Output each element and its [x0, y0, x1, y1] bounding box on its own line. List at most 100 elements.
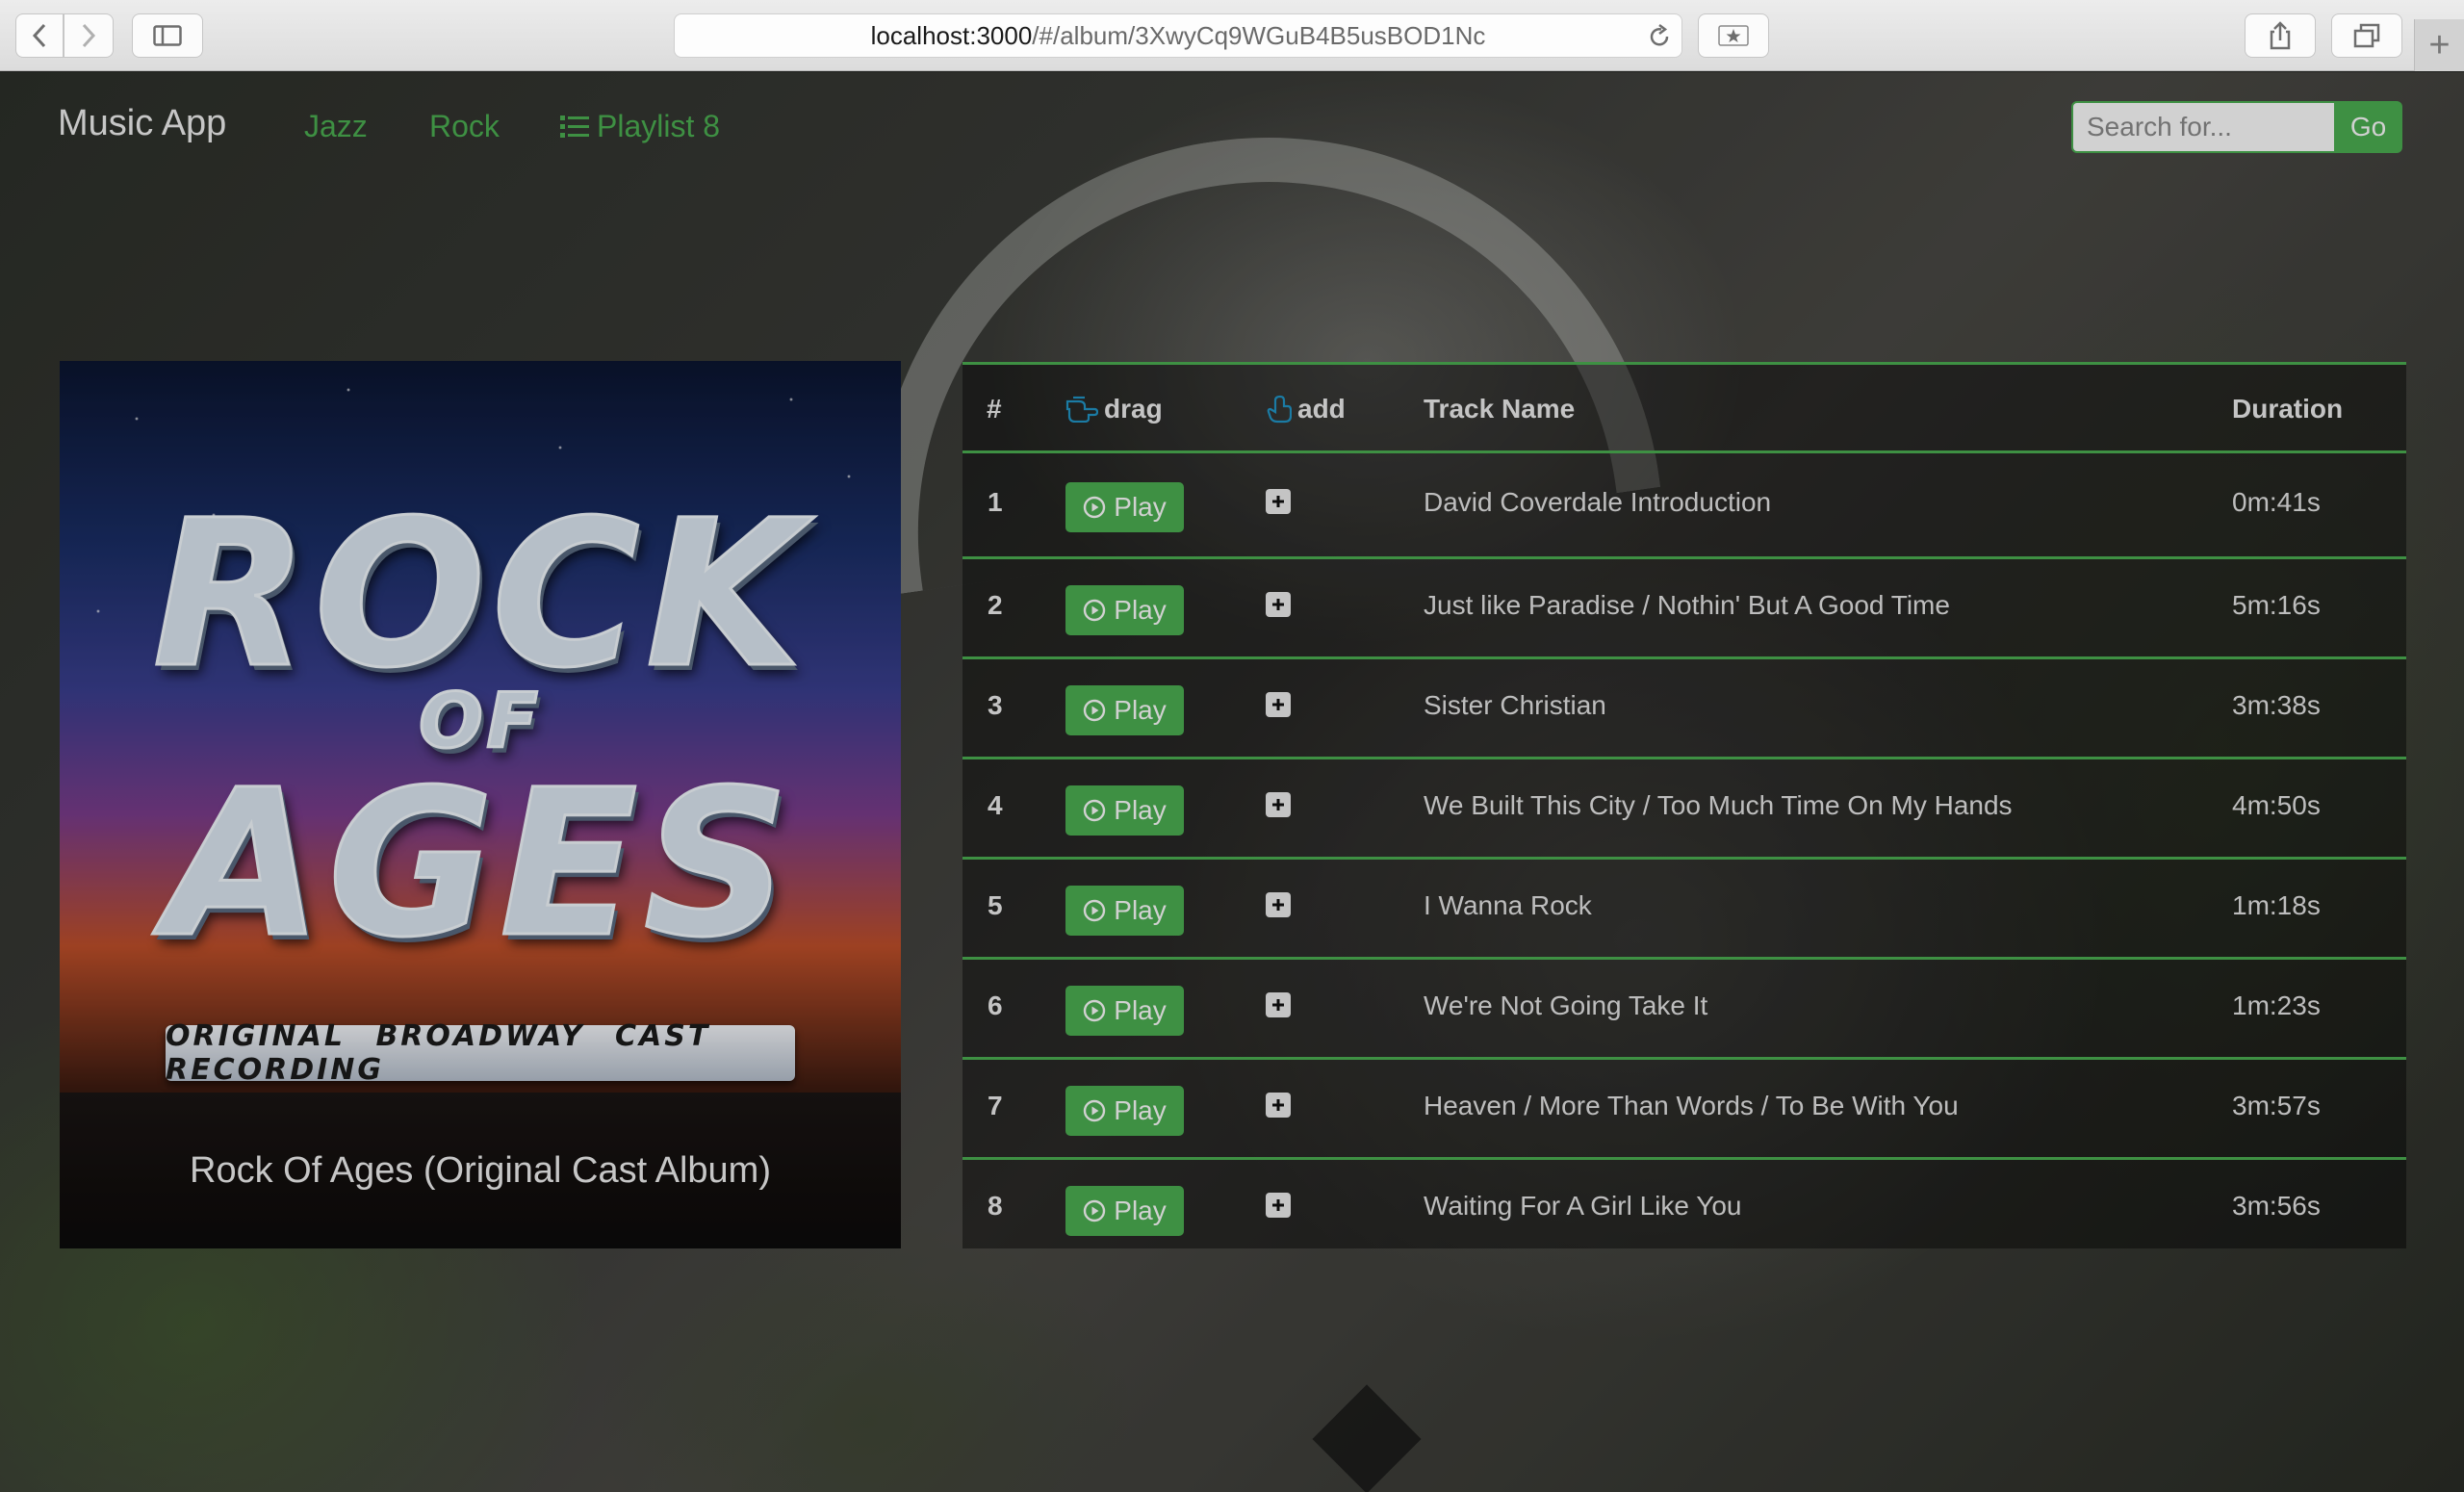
play-button[interactable]: Play: [1065, 785, 1184, 836]
tracks-table: # drag add Track Name Duration 1 Play Davi…: [962, 362, 2406, 1248]
track-number: 8: [988, 1191, 1003, 1221]
table-row: 1 Play David Coverdale Introduction 0m:41s: [962, 456, 2406, 556]
track-duration: 3m:56s: [2232, 1191, 2321, 1221]
play-label: Play: [1114, 795, 1167, 825]
track-duration: 0m:41s: [2232, 487, 2321, 517]
add-to-playlist-button[interactable]: [1266, 1093, 1291, 1118]
drag-hand-icon: [1065, 396, 1098, 423]
table-row: 2 Play Just like Paradise / Nothin' But A …: [962, 556, 2406, 656]
play-label: Play: [1114, 895, 1167, 925]
add-to-playlist-button[interactable]: [1266, 592, 1291, 617]
forward-button[interactable]: [64, 13, 114, 58]
track-name: Just like Paradise / Nothin' But A Good …: [1424, 590, 1950, 620]
share-icon: [2270, 21, 2291, 50]
plus-square-icon: [1272, 496, 1284, 507]
play-circle-icon: [1084, 1199, 1106, 1222]
navbar: Music App Jazz Rock Playlist 8 Go: [0, 72, 2464, 178]
add-to-playlist-button[interactable]: [1266, 892, 1291, 917]
play-circle-icon: [1084, 999, 1106, 1022]
play-label: Play: [1114, 595, 1167, 625]
header-drag: drag: [1065, 394, 1163, 424]
track-duration: 3m:57s: [2232, 1091, 2321, 1120]
tabs-icon: [2353, 23, 2380, 48]
plus-square-icon: [1272, 599, 1284, 610]
page-content: Music App Jazz Rock Playlist 8 Go ROCK O…: [0, 72, 2464, 1492]
album-card: ROCK OF AGES ORIGINAL BROADWAY CAST RECO…: [60, 361, 901, 1248]
plus-icon: +: [2428, 24, 2451, 65]
track-number: 7: [988, 1091, 1003, 1120]
add-to-playlist-button[interactable]: [1266, 792, 1291, 817]
go-button[interactable]: Go: [2334, 101, 2402, 153]
add-to-playlist-button[interactable]: [1266, 1193, 1291, 1218]
play-button[interactable]: Play: [1065, 986, 1184, 1036]
play-button[interactable]: Play: [1065, 1086, 1184, 1136]
track-number: 1: [988, 487, 1003, 517]
play-button[interactable]: Play: [1065, 685, 1184, 735]
plus-square-icon: [1272, 899, 1284, 911]
play-label: Play: [1114, 1196, 1167, 1225]
track-name: David Coverdale Introduction: [1424, 487, 1772, 517]
table-row: 5 Play I Wanna Rock 1m:18s: [962, 857, 2406, 957]
plus-square-icon: [1272, 699, 1284, 710]
play-label: Play: [1114, 1095, 1167, 1125]
track-name: Heaven / More Than Words / To Be With Yo…: [1424, 1091, 1959, 1120]
play-circle-icon: [1084, 799, 1106, 822]
share-button[interactable]: [2245, 13, 2316, 58]
track-duration: 5m:16s: [2232, 590, 2321, 620]
table-row: 3 Play Sister Christian 3m:38s: [962, 656, 2406, 757]
track-number: 5: [988, 890, 1003, 920]
chevron-right-icon: [82, 23, 96, 48]
nav-link-jazz[interactable]: Jazz: [304, 109, 368, 144]
reload-icon[interactable]: [1647, 23, 1672, 50]
plus-square-icon: [1272, 1099, 1284, 1111]
back-button[interactable]: [15, 13, 64, 58]
track-duration: 4m:50s: [2232, 790, 2321, 820]
nav-link-playlist[interactable]: Playlist 8: [560, 109, 720, 144]
add-to-playlist-button[interactable]: [1266, 692, 1291, 717]
track-duration: 1m:23s: [2232, 990, 2321, 1020]
play-circle-icon: [1084, 599, 1106, 622]
play-button[interactable]: Play: [1065, 886, 1184, 936]
plus-square-icon: [1272, 799, 1284, 810]
sidebar-button[interactable]: [132, 13, 203, 58]
cover-title-bottom: AGES: [165, 745, 795, 984]
cover-banner: ORIGINAL BROADWAY CAST RECORDING: [166, 1019, 795, 1087]
cover-title-top: ROCK: [151, 476, 808, 714]
add-hand-icon: [1267, 395, 1292, 424]
tabs-button[interactable]: [2331, 13, 2402, 58]
header-add-label: add: [1297, 394, 1346, 424]
star-icon: [1718, 25, 1749, 46]
album-cover: ROCK OF AGES ORIGINAL BROADWAY CAST RECO…: [60, 361, 901, 1093]
browser-toolbar: localhost:3000/#/album/3XwyCq9WGuB4B5usB…: [0, 0, 2464, 71]
track-name: Sister Christian: [1424, 690, 1606, 720]
sidebar-icon: [153, 25, 182, 46]
play-circle-icon: [1084, 899, 1106, 922]
add-to-playlist-button[interactable]: [1266, 992, 1291, 1017]
table-row: 7 Play Heaven / More Than Words / To Be Wi…: [962, 1057, 2406, 1157]
plus-square-icon: [1272, 1199, 1284, 1211]
track-number: 6: [988, 990, 1003, 1020]
header-add: add: [1267, 394, 1346, 424]
track-name: We Built This City / Too Much Time On My…: [1424, 790, 2013, 820]
bookmark-button[interactable]: [1698, 13, 1769, 58]
play-button[interactable]: Play: [1065, 585, 1184, 635]
add-to-playlist-button[interactable]: [1266, 489, 1291, 514]
header-duration: Duration: [2232, 394, 2344, 424]
search-input[interactable]: [2071, 101, 2336, 153]
playlist-label: Playlist 8: [597, 109, 721, 143]
play-button[interactable]: Play: [1065, 482, 1184, 532]
table-header: # drag add Track Name Duration: [962, 365, 2406, 453]
play-label: Play: [1114, 695, 1167, 725]
track-number: 4: [988, 790, 1003, 820]
track-name: Waiting For A Girl Like You: [1424, 1191, 1742, 1221]
play-button[interactable]: Play: [1065, 1186, 1184, 1236]
app-brand[interactable]: Music App: [58, 103, 226, 144]
play-circle-icon: [1084, 496, 1106, 519]
album-title: Rock Of Ages (Original Cast Album): [60, 1093, 901, 1248]
address-bar[interactable]: localhost:3000/#/album/3XwyCq9WGuB4B5usB…: [674, 13, 1682, 58]
nav-link-rock[interactable]: Rock: [429, 109, 500, 144]
url-host: localhost:3000: [870, 20, 1033, 50]
new-tab-button[interactable]: +: [2414, 19, 2464, 71]
play-circle-icon: [1084, 699, 1106, 722]
header-track-name: Track Name: [1424, 394, 1576, 424]
